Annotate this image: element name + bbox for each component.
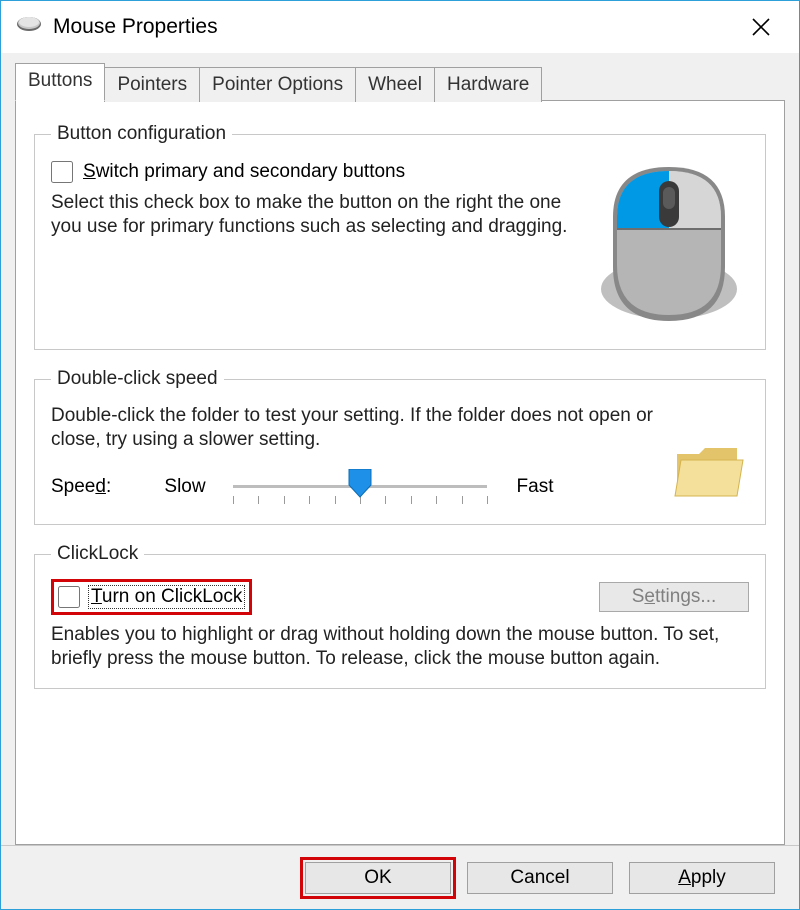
- switch-buttons-label[interactable]: Switch primary and secondary buttons: [83, 161, 405, 183]
- speed-label: Speed:: [51, 476, 137, 498]
- folder-test-icon[interactable]: [671, 438, 749, 508]
- switch-buttons-checkbox[interactable]: [51, 161, 73, 183]
- clicklock-settings-button: Settings...: [599, 582, 749, 612]
- tab-buttons[interactable]: Buttons: [15, 63, 105, 101]
- group-clicklock: ClickLock Turn on ClickLock Settings... …: [34, 543, 766, 689]
- group-double-click-speed-legend: Double-click speed: [51, 368, 224, 390]
- close-icon: [750, 16, 772, 38]
- group-double-click-speed: Double-click speed Double-click the fold…: [34, 368, 766, 525]
- speed-fast-label: Fast: [505, 476, 565, 498]
- tab-page-buttons: Button configuration Switch primary and …: [15, 100, 785, 845]
- tab-pointers[interactable]: Pointers: [104, 67, 200, 102]
- client-area: Buttons Pointers Pointer Options Wheel H…: [1, 53, 799, 845]
- mouse-icon: [589, 159, 749, 333]
- mouse-icon: [15, 14, 43, 40]
- clicklock-description: Enables you to highlight or drag without…: [51, 623, 749, 672]
- close-button[interactable]: [737, 3, 785, 51]
- dialog-button-bar: OK Cancel Apply: [1, 845, 799, 909]
- cancel-button[interactable]: Cancel: [467, 862, 613, 894]
- apply-button[interactable]: Apply: [629, 862, 775, 894]
- turn-on-clicklock-label[interactable]: Turn on ClickLock: [88, 585, 245, 609]
- mouse-properties-window: Mouse Properties Buttons Pointers Pointe…: [0, 0, 800, 910]
- group-clicklock-legend: ClickLock: [51, 543, 144, 565]
- tab-hardware[interactable]: Hardware: [434, 67, 542, 102]
- group-button-configuration-legend: Button configuration: [51, 123, 232, 145]
- titlebar: Mouse Properties: [1, 1, 799, 53]
- double-click-description: Double-click the folder to test your set…: [51, 404, 653, 453]
- ok-button[interactable]: OK: [305, 862, 451, 894]
- group-button-configuration: Button configuration Switch primary and …: [34, 123, 766, 350]
- speed-slow-label: Slow: [155, 476, 215, 498]
- tab-pointer-options[interactable]: Pointer Options: [199, 67, 356, 102]
- turn-on-clicklock-checkbox[interactable]: [58, 586, 80, 608]
- clicklock-highlight: Turn on ClickLock: [51, 579, 252, 615]
- tab-strip: Buttons Pointers Pointer Options Wheel H…: [15, 63, 785, 101]
- folder-icon: [671, 438, 749, 508]
- switch-buttons-description: Select this check box to make the button…: [51, 191, 571, 240]
- tab-wheel[interactable]: Wheel: [355, 67, 435, 102]
- mouse-illustration: [589, 159, 749, 333]
- window-title: Mouse Properties: [53, 15, 737, 39]
- speed-slider[interactable]: [233, 467, 487, 507]
- speed-slider-thumb[interactable]: [347, 469, 373, 499]
